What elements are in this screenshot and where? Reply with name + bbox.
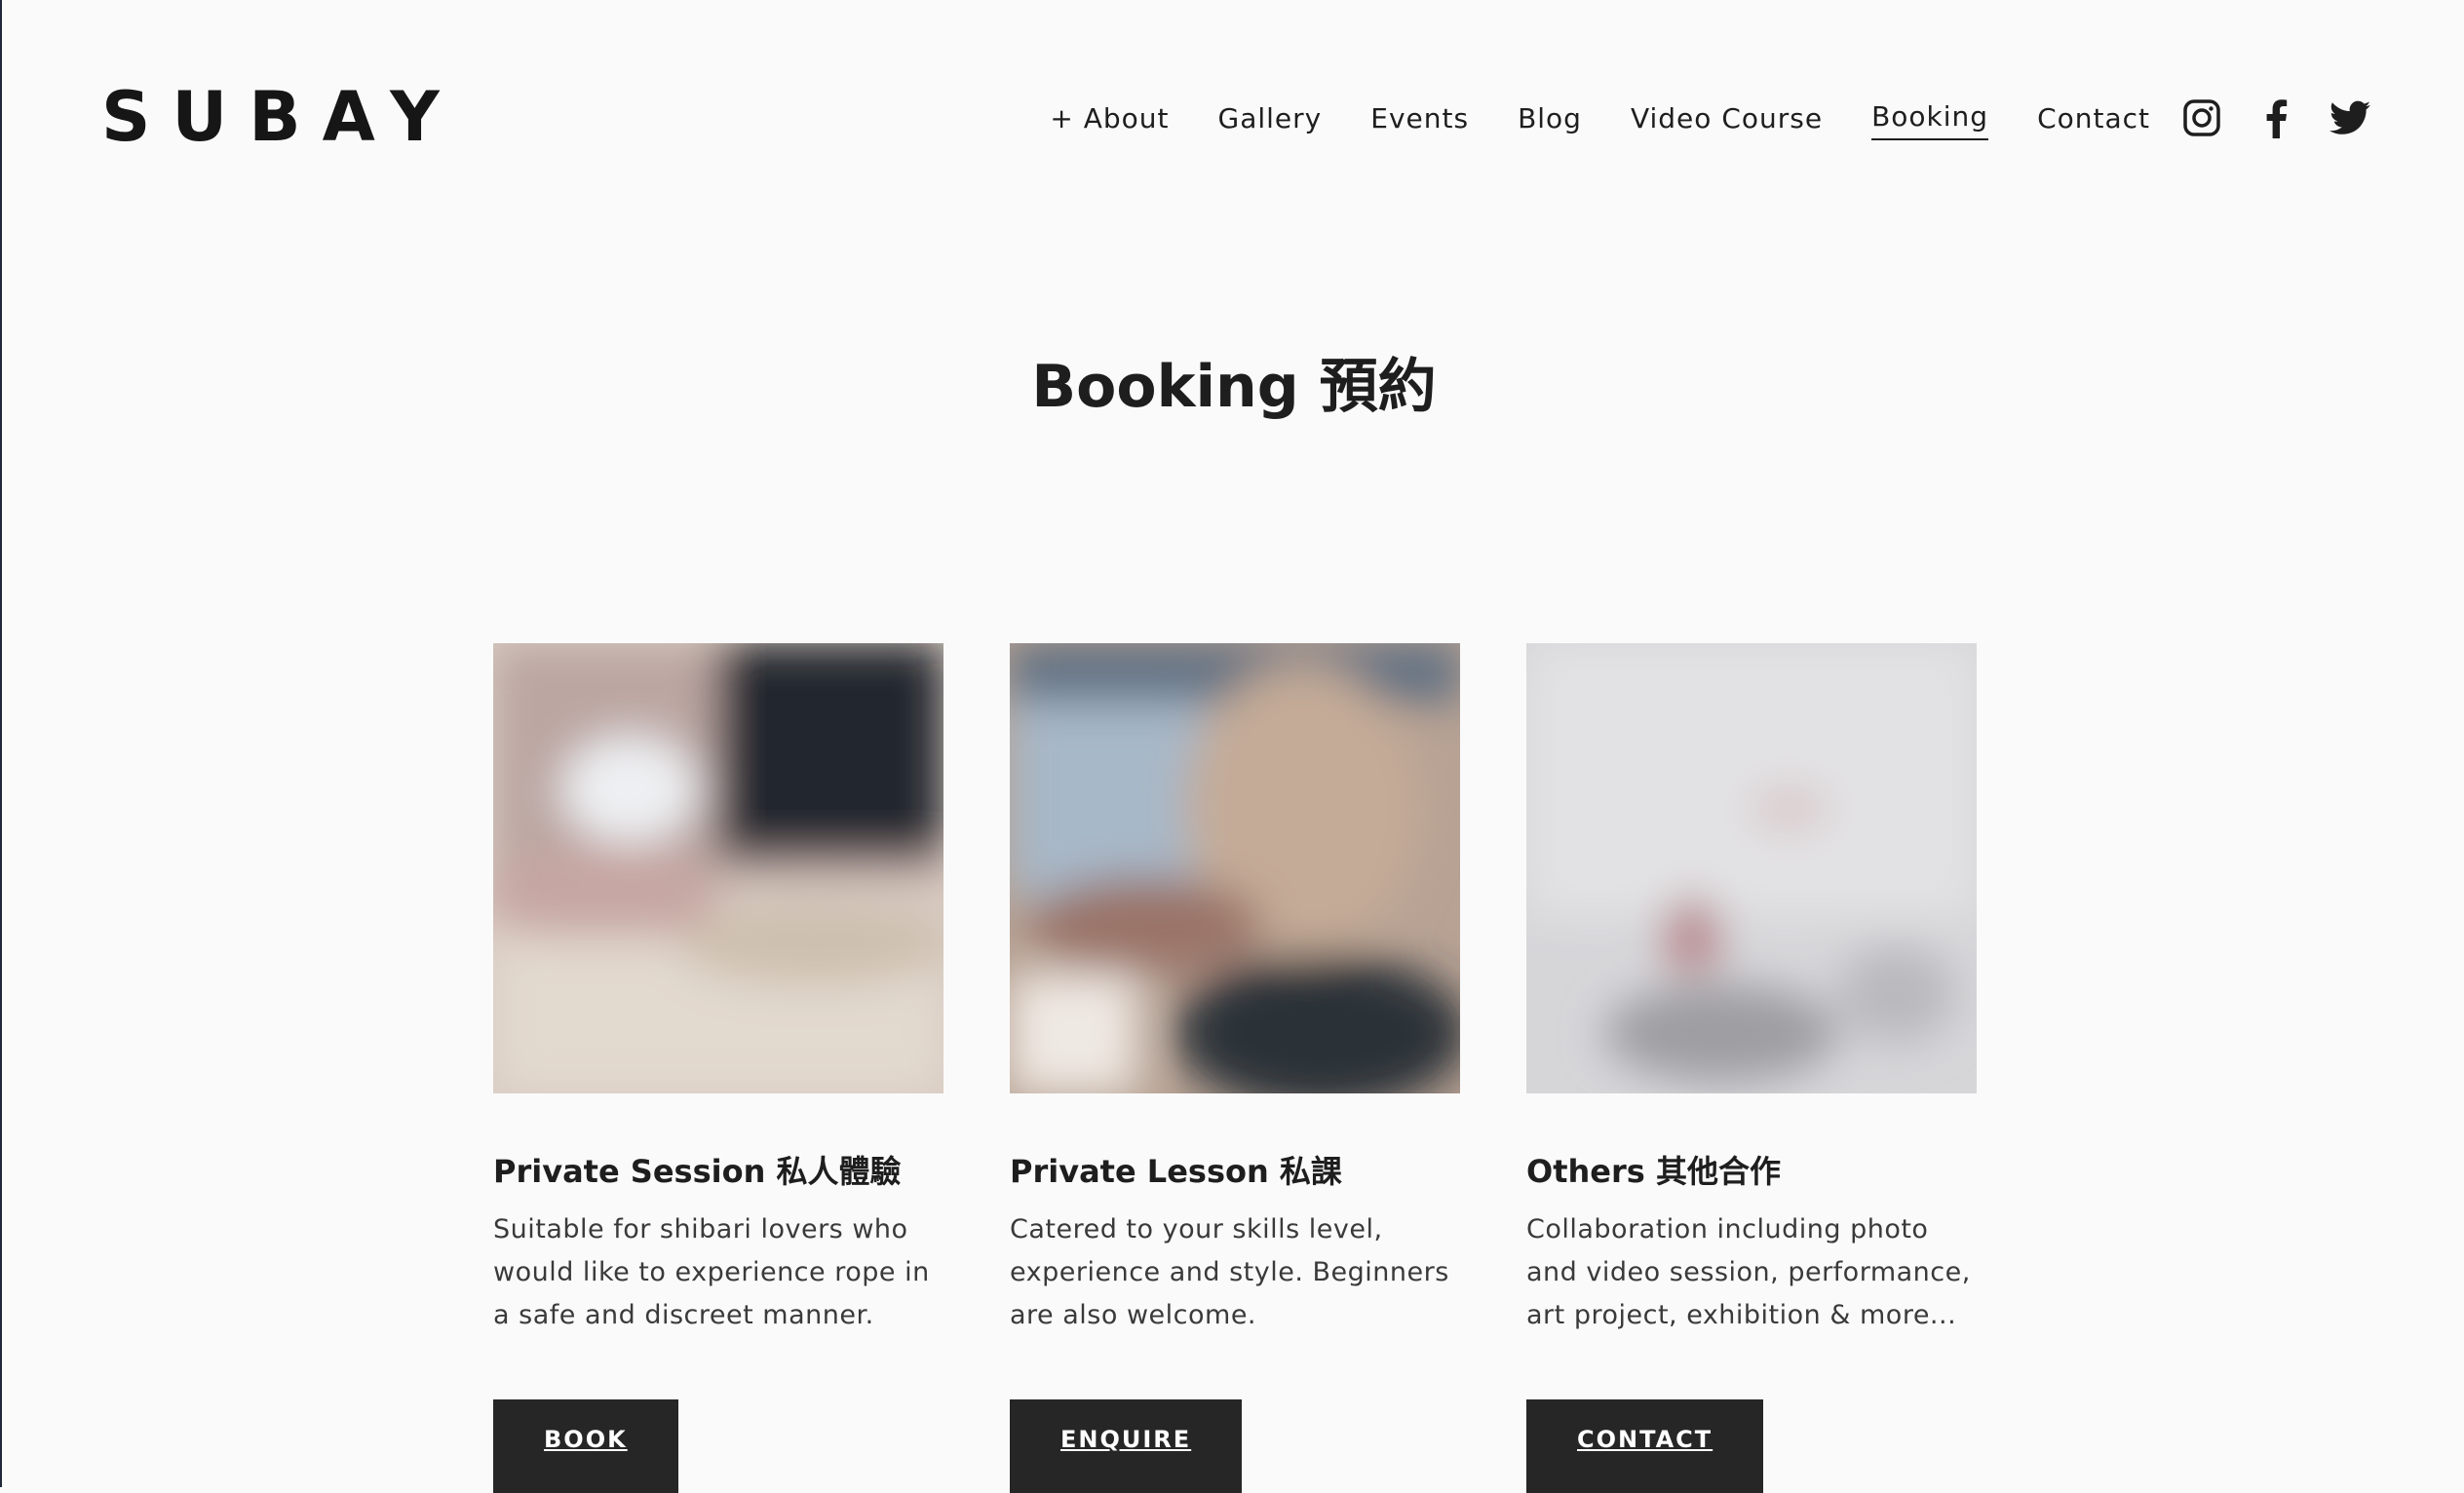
card-description: Catered to your skills level, experience… bbox=[1010, 1214, 1449, 1330]
card-title: Others 其他合作 bbox=[1526, 1153, 1781, 1190]
card-title: Private Session 私人體驗 bbox=[493, 1153, 902, 1190]
nav-item-events[interactable]: Events bbox=[1370, 99, 1469, 138]
nav-item-booking[interactable]: Booking bbox=[1871, 97, 1989, 140]
site-header: SUBAY + About Gallery Events Blog Video … bbox=[2, 0, 2464, 234]
page-title: Booking 預約 bbox=[1031, 353, 1437, 421]
instagram-icon[interactable] bbox=[2181, 97, 2222, 138]
nav-item-blog[interactable]: Blog bbox=[1518, 99, 1582, 138]
contact-button[interactable]: CONTACT bbox=[1526, 1399, 1764, 1493]
card-description: Suitable for shibari lovers who would li… bbox=[493, 1214, 930, 1330]
nav-item-about[interactable]: + About bbox=[1050, 99, 1169, 138]
nav-item-video-course[interactable]: Video Course bbox=[1631, 99, 1823, 138]
nav-item-gallery[interactable]: Gallery bbox=[1218, 99, 1323, 138]
enquire-button[interactable]: ENQUIRE bbox=[1010, 1399, 1243, 1493]
booking-cards: Private Session 私人體驗 Suitable for shibar… bbox=[493, 643, 1977, 1493]
facebook-icon[interactable] bbox=[2255, 97, 2296, 138]
others-image[interactable] bbox=[1526, 643, 1977, 1093]
nav-item-contact[interactable]: Contact bbox=[2037, 99, 2150, 138]
card-private-lesson: Private Lesson 私課 Catered to your skills… bbox=[1010, 643, 1460, 1493]
card-description: Collaboration including photo and video … bbox=[1526, 1214, 1971, 1330]
twitter-icon[interactable] bbox=[2329, 97, 2370, 138]
main-nav: + About Gallery Events Blog Video Course… bbox=[1050, 97, 2150, 140]
private-session-image[interactable] bbox=[493, 643, 943, 1093]
card-private-session: Private Session 私人體驗 Suitable for shibar… bbox=[493, 643, 943, 1493]
book-button[interactable]: BOOK bbox=[493, 1399, 678, 1493]
site-logo[interactable]: SUBAY bbox=[101, 78, 461, 156]
card-title: Private Lesson 私課 bbox=[1010, 1153, 1342, 1190]
private-lesson-image[interactable] bbox=[1010, 643, 1460, 1093]
social-links bbox=[2181, 97, 2370, 138]
card-others: Others 其他合作 Collaboration including phot… bbox=[1526, 643, 1977, 1493]
